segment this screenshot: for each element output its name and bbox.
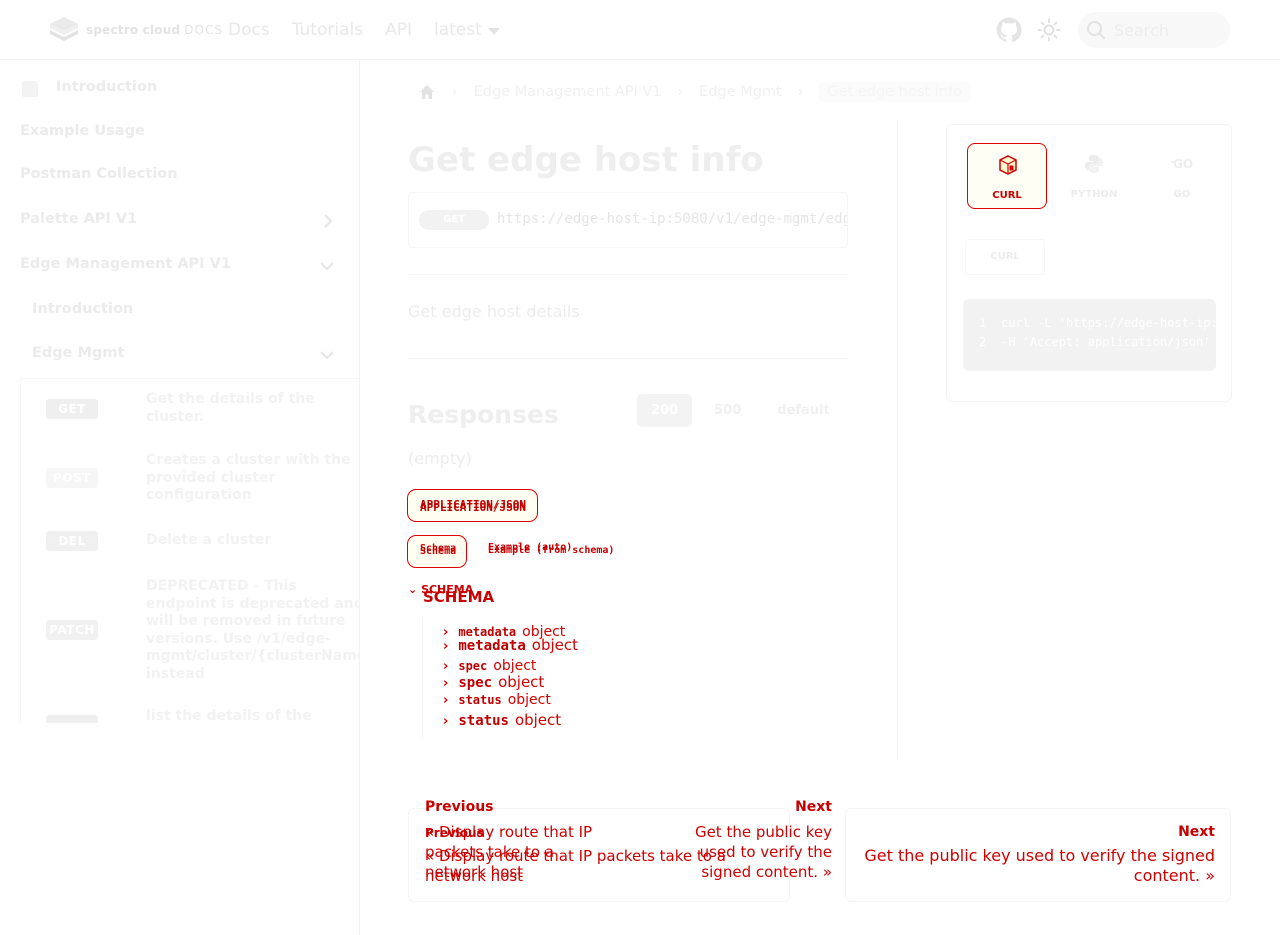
breadcrumb-edge-management-api[interactable]: Edge Management API V1 [474,84,662,100]
brand-logo[interactable]: spectro cloud DOCS [48,16,223,44]
version-dropdown[interactable]: latest [434,19,500,41]
chevron-down-icon[interactable] [320,259,334,273]
response-empty-note: (empty) [408,449,472,468]
chevron-right-icon: › [443,693,449,708]
svg-text:GO: GO [1173,157,1193,171]
tab-python[interactable]: PYTHON [1054,143,1134,209]
pagination-previous-label: Previous [425,799,494,815]
breadcrumb-separator: › [677,84,684,100]
search-icon [1087,21,1105,39]
endpoint-patch-cluster[interactable]: DEPRECATED - This endpoint is deprecated… [146,578,359,683]
pagination-next-link[interactable]: Get the public key used to verify the si… [855,846,1215,886]
sidebar-item-example-usage[interactable]: Example Usage [20,123,145,139]
code-block: 1curl -L 'https://edge-host-ip:5080/v1/e… [963,299,1216,371]
endpoint-get-cluster[interactable]: Get the details of the cluster. [146,391,359,426]
endpoint-list: GET Get the details of the cluster. POST… [20,378,359,723]
chevron-right-icon: › [443,659,449,674]
tab-python-label: PYTHON [1070,189,1118,200]
method-badge-post: POST [46,468,98,488]
sidebar-item-edge-introduction[interactable]: Introduction [32,301,133,317]
pagination-next-link-ghost[interactable]: Get the public key used to verify the si… [672,822,832,882]
tab-curl-label: CURL [992,190,1022,201]
schema-field-metadata-row[interactable]: › metadata object [443,636,578,654]
home-icon[interactable] [418,83,436,101]
search-placeholder: Search [1114,20,1169,40]
nav-docs[interactable]: Docs [228,19,270,41]
intro-icon [22,81,38,97]
tab-500[interactable]: 500 [700,394,755,427]
tab-schema[interactable]: Schema Schema [407,535,467,568]
go-icon: GO [1171,157,1193,171]
schema-heading: SCHEMA [423,588,495,606]
breadcrumb: › Edge Management API V1 › Edge Mgmt › G… [408,80,970,104]
chevron-down-icon [487,27,500,35]
schema-field-status-row[interactable]: › status object [443,711,561,729]
sidebar: Introduction Example Usage Postman Colle… [0,60,360,935]
chevron-right-icon: › [443,639,449,654]
endpoint-url: https://edge-host-ip:5080/v1/edge-mgmt/e… [497,211,847,227]
endpoint-description: Get edge host details [408,302,580,321]
python-icon [1085,155,1103,173]
endpoint-create-cluster[interactable]: Creates a cluster with the provided clus… [146,452,359,505]
method-badge-delete: DEL [46,531,98,551]
tab-200[interactable]: 200 [637,394,693,427]
search-input[interactable]: Search [1078,12,1230,48]
github-icon[interactable] [996,17,1022,43]
schema-field-status[interactable]: › status object [443,692,551,708]
tab-curl[interactable]: CURL [967,143,1047,209]
chevron-right-icon[interactable] [321,214,335,228]
tab-go-label: GO [1173,189,1191,200]
tab-example-from-schema[interactable]: Example (from schema) [488,545,614,556]
responses-heading: Responses [408,400,559,429]
endpoint-url-bar[interactable]: GET https://edge-host-ip:5080/v1/edge-mg… [408,192,848,248]
breadcrumb-separator: › [452,84,458,100]
divider [408,358,848,359]
nav-api[interactable]: API [385,19,412,41]
pagination-next-label: Next [1178,824,1215,840]
pagination-previous-label-ghost: Previous [425,826,484,840]
method-badge-patch: PATCH [46,620,98,640]
content-type-selector[interactable]: APPLICATION/JSON APPLICATION/JSON [407,489,538,522]
nav-tutorials[interactable]: Tutorials [292,19,363,41]
theme-toggle-sun-icon[interactable] [1037,18,1061,42]
curl-icon [999,155,1017,175]
top-navbar: spectro cloud DOCS Docs Tutorials API la… [0,0,1280,60]
response-code-tabs: 200 500 default [637,394,844,427]
breadcrumb-current: Get edge host info [819,82,970,102]
subtab-curl[interactable]: CURL [965,239,1045,275]
divider [408,274,848,275]
pagination-next-label-ghost: Next [795,799,832,815]
brand-name: spectro cloud DOCS [86,23,223,37]
chevron-right-icon: › [443,714,449,729]
content-type-label-ghost: APPLICATION/JSON [420,501,526,514]
page-title: Get edge host info [408,140,764,180]
chevron-down-icon[interactable] [320,348,334,362]
version-label: latest [433,20,482,40]
schema-field-spec[interactable]: › spec object [443,658,536,674]
sidebar-item-edge-management-api[interactable]: Edge Management API V1 [20,256,231,272]
chevron-down-icon: ⌄ [408,583,418,596]
method-badge-get: GET [419,210,489,230]
code-sample-panel: CURL PYTHON GO GO CURL 1 curl -L 'https:/… [946,124,1232,402]
spectro-cloud-logo-icon [50,17,78,41]
sidebar-item-palette-api[interactable]: Palette API V1 [20,211,137,227]
sidebar-item-edge-mgmt[interactable]: Edge Mgmt [32,345,124,361]
method-badge [46,715,98,723]
schema-field-spec-row[interactable]: › spec object [443,673,544,691]
schema-tab-label-ghost: Schema [420,546,457,557]
method-badge-get: GET [46,399,98,419]
tab-default[interactable]: default [763,394,843,427]
chevron-right-icon: › [443,676,449,691]
sidebar-item-introduction[interactable]: Introduction [56,79,157,95]
endpoint-list-cluster[interactable]: list the details of the [146,708,359,723]
sidebar-item-postman-collection[interactable]: Postman Collection [20,166,178,182]
tab-go[interactable]: GO GO [1142,143,1222,209]
code-line-2: 2 -H 'Accept: application/json' [979,335,1211,349]
main-nav: Docs Tutorials API latest [228,19,522,41]
code-line-1: 1curl -L 'https://edge-host-ip:5080/v1/e… [979,316,1216,330]
breadcrumb-edge-mgmt[interactable]: Edge Mgmt [699,84,782,100]
endpoint-delete-cluster[interactable]: Delete a cluster [146,532,359,550]
breadcrumb-separator: › [797,84,804,100]
